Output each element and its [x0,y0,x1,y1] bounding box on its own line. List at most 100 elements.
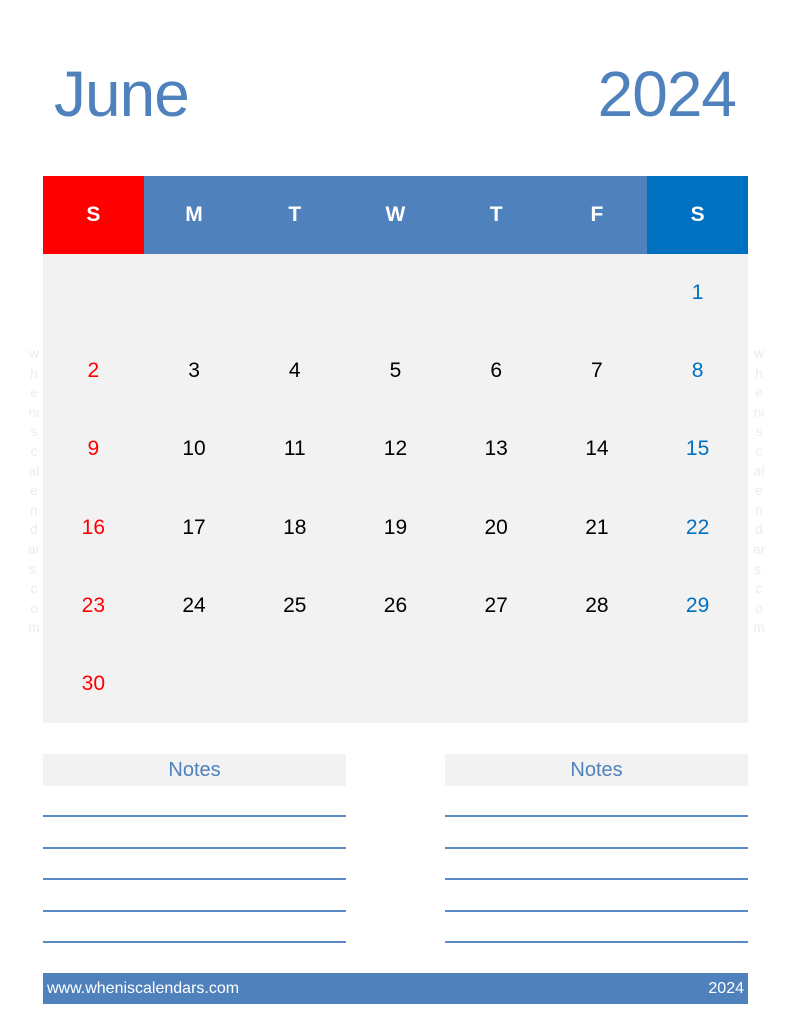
watermark-fragment: ar [752,540,766,557]
footer-year: 2024 [708,979,744,997]
day-cell[interactable]: 15 [647,410,748,488]
watermark-fragment: h [755,364,763,381]
weekday-monday: M [143,176,245,254]
watermark-fragment: n [30,501,38,518]
note-line[interactable] [445,878,748,880]
day-cell[interactable]: 21 [547,489,648,567]
day-cell[interactable]: 14 [547,410,648,488]
year-title: 2024 [597,58,737,130]
day-cell[interactable]: 3 [144,332,245,410]
footer-website-link[interactable]: www.wheniscalendars.com [47,980,239,998]
note-line[interactable] [445,909,748,912]
watermark-fragment: d [755,521,763,538]
weekday-header: S M T W T F S [43,176,748,254]
empty-day-cell [144,254,245,332]
note-line[interactable] [445,846,748,849]
weekday-tuesday: T [244,176,346,254]
watermark-fragment: ar [27,540,41,557]
days-grid: 1 2 3 4 5 6 7 8 9 10 11 12 13 14 15 16 17 18 19 20 21 22 23 24 2… [43,254,748,723]
watermark-fragment: ni [753,403,765,420]
watermark-fragment: c [30,442,38,459]
watermark-fragment: s [755,423,763,440]
day-cell[interactable]: 20 [446,489,547,567]
day-cell[interactable]: 18 [244,489,345,567]
day-cell[interactable]: 7 [547,332,648,410]
watermark-fragment: s. [753,560,765,577]
watermark-fragment: n [755,501,763,518]
day-cell[interactable]: 1 [647,254,748,332]
watermark-fragment: al [753,462,765,479]
empty-day-cell [244,254,345,332]
watermark-fragment: w [28,345,40,361]
day-cell[interactable]: 4 [244,332,345,410]
day-cell[interactable]: 13 [446,410,547,488]
week-row: 16 17 18 19 20 21 22 [43,489,748,567]
empty-day-cell [345,645,446,723]
watermark-left: w h e ni s c al e n d ar s. c o m [24,344,44,638]
day-cell[interactable]: 19 [345,489,446,567]
empty-day-cell [547,645,648,723]
day-cell[interactable]: 28 [547,567,648,645]
watermark-fragment: al [28,462,40,479]
empty-day-cell [244,645,345,723]
day-cell[interactable]: 8 [647,332,748,410]
note-line[interactable] [43,878,346,880]
notes-section-left: Notes [43,754,346,943]
watermark-fragment: c [755,442,763,459]
week-row: 23 24 25 26 27 28 29 [43,567,748,645]
calendar-grid: S M T W T F S 1 2 3 4 5 6 7 8 9 10 11 12 13 14 15 16 17 1… [43,176,748,723]
watermark-fragment: s. [28,560,40,577]
watermark-fragment: w [753,345,765,361]
day-cell[interactable]: 6 [446,332,547,410]
notes-title: Notes [445,754,748,786]
watermark-fragment: ni [28,403,40,420]
day-cell[interactable]: 25 [244,567,345,645]
watermark-fragment: o [755,599,763,616]
note-line[interactable] [43,909,346,912]
empty-day-cell [144,645,245,723]
day-cell[interactable]: 23 [43,567,144,645]
week-row: 2345678 [43,332,748,410]
watermark-fragment: d [30,521,38,538]
note-line[interactable] [445,941,748,943]
day-cell[interactable]: 27 [446,567,547,645]
note-line[interactable] [43,941,346,943]
day-cell[interactable]: 9 [43,410,144,488]
empty-day-cell [345,254,446,332]
watermark-fragment: e [755,384,763,401]
day-cell[interactable]: 16 [43,489,144,567]
weekday-saturday: S [647,176,748,254]
day-cell[interactable]: 24 [144,567,245,645]
day-cell[interactable]: 26 [345,567,446,645]
watermark-fragment: e [30,384,38,401]
day-cell[interactable]: 2 [43,332,144,410]
watermark-fragment: m [753,619,765,636]
day-cell[interactable]: 22 [647,489,748,567]
month-title: June [54,58,190,130]
day-cell[interactable]: 29 [647,567,748,645]
week-row: 1 [43,254,748,332]
note-line[interactable] [43,846,346,849]
empty-day-cell [446,254,547,332]
weekday-friday: F [546,176,648,254]
day-cell[interactable]: 12 [345,410,446,488]
day-cell[interactable]: 5 [345,332,446,410]
watermark-fragment: o [30,599,38,616]
watermark-fragment: h [30,364,38,381]
day-cell[interactable]: 10 [144,410,245,488]
empty-day-cell [547,254,648,332]
day-cell[interactable]: 30 [43,645,144,723]
week-row: 9 10 11 12 13 14 15 [43,410,748,488]
weekday-sunday: S [43,176,144,254]
watermark-fragment: e [755,482,763,499]
note-line[interactable] [445,815,748,817]
day-cell[interactable]: 17 [144,489,245,567]
watermark-fragment: m [28,619,40,636]
empty-day-cell [647,645,748,723]
empty-day-cell [43,254,144,332]
weekday-thursday: T [445,176,547,254]
day-cell[interactable]: 11 [244,410,345,488]
footer-bar: www.wheniscalendars.com 2024 [43,973,748,1004]
note-line[interactable] [43,815,346,817]
watermark-fragment: c [755,580,763,597]
